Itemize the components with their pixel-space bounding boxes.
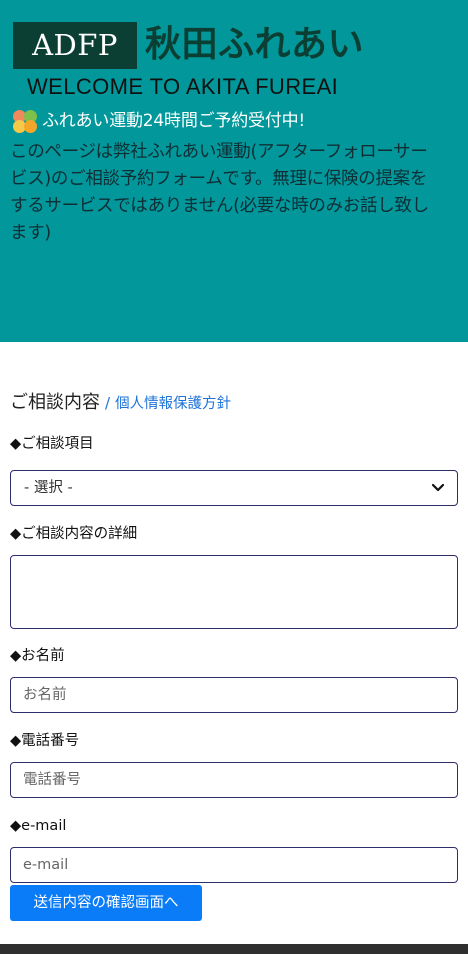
consult-item-label: ◆ご相談項目	[10, 436, 94, 452]
consultation-form: ご相談内容 / 個人情報保護方針 ◆ご相談項目 - 選択 - ◆ご相談内容の詳細…	[10, 388, 458, 921]
phone-input[interactable]: 電話番号	[10, 762, 458, 798]
privacy-policy-link[interactable]: 個人情報保護方針	[115, 392, 231, 413]
notice-title: ふれあい運動24時間ご予約受付中!	[42, 111, 306, 131]
consult-item-select[interactable]: - 選択 -	[10, 470, 458, 506]
brand-title: 秋田ふれあい	[145, 24, 365, 65]
name-label: ◆お名前	[10, 648, 65, 664]
notice-body: このページは弊社ふれあい運動(アフターフォローサービス)のご相談予約フォームです…	[10, 142, 429, 243]
heading-separator: /	[105, 394, 111, 412]
details-label: ◆ご相談内容の詳細	[10, 526, 138, 542]
consult-item-selected: - 選択 -	[24, 480, 73, 496]
welcome-text: WELCOME TO AKITA FUREAI	[27, 74, 339, 99]
email-placeholder: e-mail	[23, 857, 69, 873]
section-title: ご相談内容	[10, 392, 100, 413]
notice-block: ふれあい運動24時間ご予約受付中! このページは弊社ふれあい運動(アフターフォロ…	[10, 106, 440, 247]
adfp-logo: ADFP	[13, 22, 137, 69]
name-placeholder: お名前	[23, 687, 67, 703]
email-input[interactable]: e-mail	[10, 847, 458, 883]
chevron-down-icon	[431, 483, 445, 492]
details-textarea[interactable]	[10, 555, 458, 629]
phone-placeholder: 電話番号	[23, 772, 81, 788]
name-input[interactable]: お名前	[10, 677, 458, 713]
clover-icon	[10, 107, 42, 135]
submit-confirm-button[interactable]: 送信内容の確認画面へ	[10, 885, 202, 921]
footer-bar	[0, 944, 468, 954]
hero-banner: ADFP 秋田ふれあい WELCOME TO AKITA FUREAI ふれあい…	[0, 0, 468, 342]
phone-label: ◆電話番号	[10, 733, 80, 749]
section-heading: ご相談内容 / 個人情報保護方針	[10, 388, 458, 416]
email-label: ◆e-mail	[10, 818, 67, 834]
